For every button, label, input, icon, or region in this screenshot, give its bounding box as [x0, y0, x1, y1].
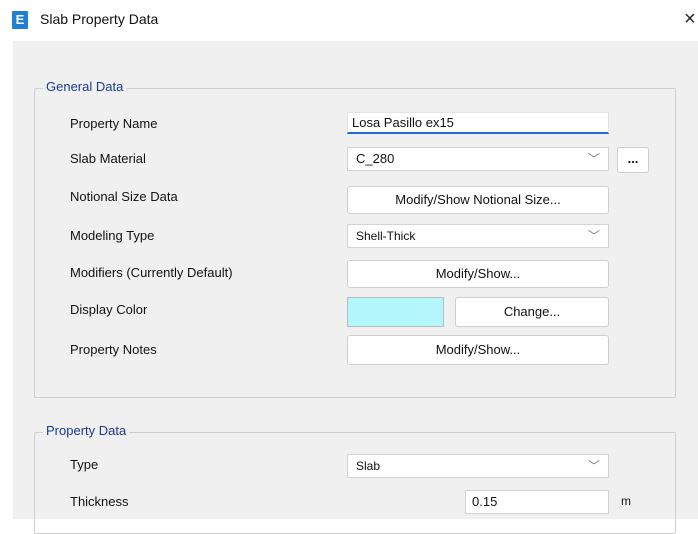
- dialog-client-area: General Data Property Name Losa Pasillo …: [13, 41, 698, 534]
- property-name-input[interactable]: Losa Pasillo ex15: [347, 112, 609, 134]
- general-data-legend: General Data: [43, 79, 127, 94]
- property-notes-label: Property Notes: [70, 342, 157, 357]
- thickness-input[interactable]: 0.15: [465, 490, 609, 514]
- material-more-button[interactable]: ...: [617, 147, 649, 173]
- type-select[interactable]: Slab ﹀: [347, 454, 609, 478]
- change-color-button[interactable]: Change...: [455, 297, 609, 327]
- display-color-swatch: [347, 297, 444, 327]
- close-icon[interactable]: ×: [684, 7, 696, 31]
- modifiers-label: Modifiers (Currently Default): [70, 265, 233, 280]
- notional-size-label: Notional Size Data: [70, 189, 178, 204]
- type-label: Type: [70, 457, 99, 472]
- property-name-label: Property Name: [70, 116, 158, 131]
- chevron-down-icon: ﹀: [587, 229, 600, 243]
- window-title: Slab Property Data: [40, 11, 159, 27]
- modeling-type-select[interactable]: Shell-Thick ﹀: [347, 224, 609, 248]
- slab-material-value: C_280: [356, 151, 395, 166]
- thickness-unit: m: [621, 494, 631, 508]
- chevron-down-icon: ﹀: [587, 459, 600, 473]
- type-value: Slab: [356, 459, 381, 473]
- modify-property-notes-button[interactable]: Modify/Show...: [347, 335, 609, 365]
- etabs-app-icon: E: [12, 11, 28, 29]
- title-bar: E Slab Property Data ×: [0, 0, 698, 40]
- chevron-down-icon: ﹀: [587, 152, 600, 166]
- property-data-legend: Property Data: [43, 423, 130, 438]
- modeling-type-label: Modeling Type: [70, 228, 155, 243]
- modify-notional-size-button[interactable]: Modify/Show Notional Size...: [347, 186, 609, 214]
- modify-modifiers-button[interactable]: Modify/Show...: [347, 260, 609, 288]
- slab-material-label: Slab Material: [70, 151, 146, 166]
- slab-material-select[interactable]: C_280 ﹀: [347, 147, 609, 171]
- thickness-label: Thickness: [70, 494, 129, 509]
- modeling-type-value: Shell-Thick: [356, 229, 416, 243]
- display-color-label: Display Color: [70, 302, 148, 317]
